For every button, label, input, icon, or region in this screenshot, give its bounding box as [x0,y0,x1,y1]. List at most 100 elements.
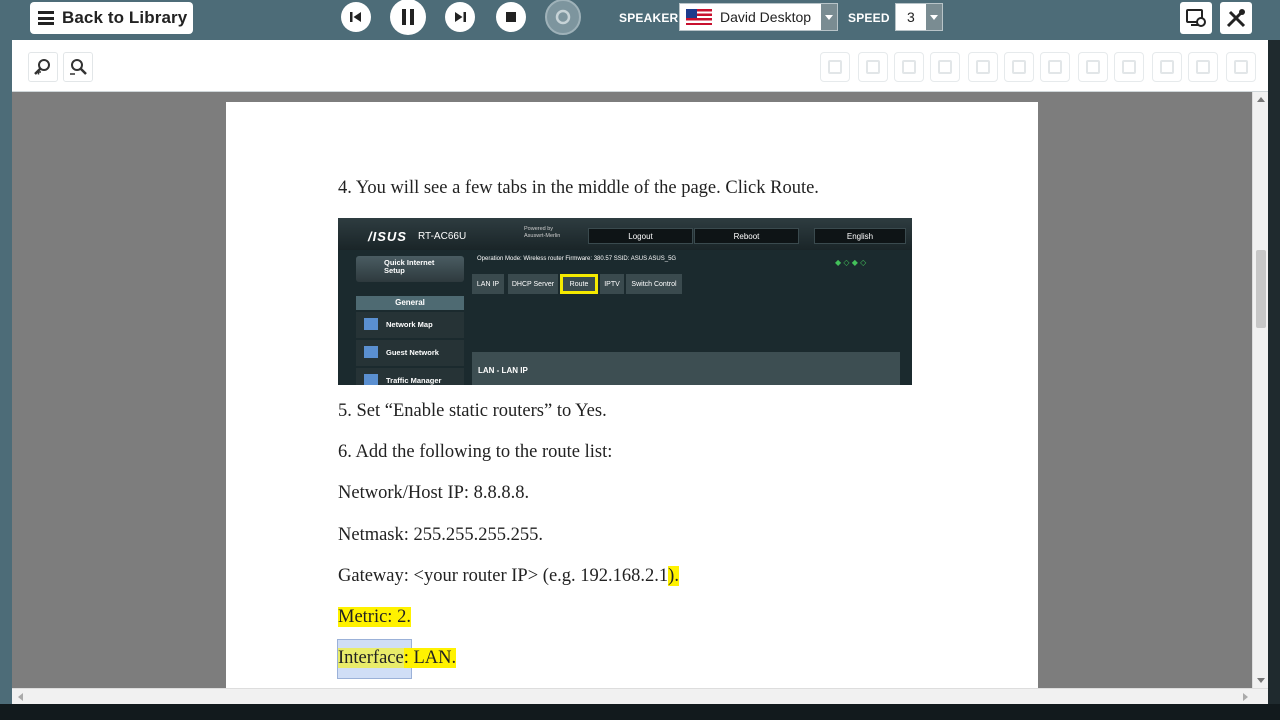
spell-tool-button[interactable] [1040,52,1070,82]
notes-tool-button[interactable] [1114,52,1144,82]
check-tool-button[interactable] [1188,52,1218,82]
router-tab: LAN IP [472,274,504,294]
zoom-out-icon [70,59,87,75]
zoom-in-button[interactable] [28,52,58,82]
general-heading: General [356,296,464,310]
horizontal-scrollbar[interactable] [12,688,1268,704]
repeat-button[interactable] [545,0,581,35]
list-icon [38,11,54,25]
router-nav-item: Traffic Manager [356,368,464,385]
stop-icon [506,12,516,22]
gateway-text: Gateway: <your router IP> (e.g. 192.168.… [338,566,679,587]
us-flag-icon [686,9,712,25]
step-6-text: 6. Add the following to the route list: [338,442,613,462]
eraser-icon [1160,60,1174,74]
document-toolbar [12,40,1268,92]
checkbox-icon [1196,60,1210,74]
router-tab-route-highlighted: Route [560,274,598,294]
scissors-icon [902,60,916,74]
speed-select[interactable]: 3 [895,3,943,31]
previous-button[interactable] [341,2,371,32]
undo-icon [976,60,990,74]
document-page: 4. You will see a few tabs in the middle… [226,102,1038,688]
top-toolbar: Back to Library SPEAKER David Desktop SP… [0,0,1280,40]
skip-forward-icon [455,12,466,22]
metric-text: Metric: 2. [338,607,411,628]
skip-back-icon [350,12,361,22]
scroll-left-arrow-icon[interactable] [18,693,23,701]
cut-tool-button[interactable] [894,52,924,82]
scroll-right-arrow-icon[interactable] [1243,693,1248,701]
search-tool-button[interactable] [1004,52,1034,82]
router-logout: Logout [588,228,693,244]
network-host-text: Network/Host IP: 8.8.8.8. [338,483,530,503]
router-nav-item: Guest Network [356,340,464,366]
back-to-library-label: Back to Library [62,8,188,27]
router-screenshot-image: /ISUS RT-AC66U Powered by Asuswrt-Merlin… [338,218,912,385]
eraser-tool-button[interactable] [1152,52,1182,82]
back-to-library-button[interactable]: Back to Library [30,2,193,34]
tools-button[interactable] [1220,2,1252,34]
next-button[interactable] [445,2,475,32]
interface-label: Interface [338,648,404,668]
router-tab: Switch Control [626,274,682,294]
interface-text: Interface: LAN. [338,648,457,669]
zoom-in-icon [34,59,50,75]
paste-icon [938,60,952,74]
chevron-down-icon [926,4,942,30]
highlighter-icon [1086,60,1100,74]
window-bottom-border [0,704,1280,720]
delete-tool-button[interactable] [1226,52,1256,82]
tools-icon [1226,9,1246,28]
powered-by-text: Powered by Asuswrt-Merlin [524,226,561,239]
router-tab: DHCP Server [508,274,558,294]
panel-title: LAN - LAN IP [478,366,528,375]
gateway-main: Gateway: <your router IP> (e.g. 192.168.… [338,566,669,586]
repeat-icon [555,9,571,25]
router-reboot: Reboot [694,228,799,244]
asus-logo: /ISUS [368,229,407,244]
display-settings-button[interactable] [1180,2,1212,34]
lan-ip-panel: LAN - LAN IP [472,352,900,385]
step-4-text: 4. You will see a few tabs in the middle… [338,178,819,198]
step-5-text: 5. Set “Enable static routers” to Yes. [338,401,607,421]
router-model: RT-AC66U [418,231,467,242]
router-nav-item: Network Map [356,312,464,338]
scroll-up-arrow-icon[interactable] [1257,97,1265,102]
scrollbar-thumb[interactable] [1256,250,1266,328]
router-sidebar: Quick Internet Setup General Network Map… [356,256,464,385]
window-left-border [0,40,12,708]
speaker-label: SPEAKER [619,11,679,25]
window-right-border [1268,40,1280,708]
save-tool-button[interactable] [820,52,850,82]
paste-tool-button[interactable] [930,52,960,82]
router-tab: IPTV [600,274,624,294]
vertical-scrollbar[interactable] [1252,92,1268,688]
stop-button[interactable] [496,2,526,32]
interface-value: : LAN. [403,648,457,668]
network-map-icon [364,318,378,330]
wifi-status-icons: ◆ ◇ ◆ ◇ [835,258,867,267]
spellcheck-icon [1048,60,1062,74]
copy-tool-button[interactable] [858,52,888,82]
pause-icon [402,9,414,25]
notes-icon [1122,60,1136,74]
search-icon [1012,60,1026,74]
zoom-out-button[interactable] [63,52,93,82]
save-icon [828,60,842,74]
reader-app: Back to Library SPEAKER David Desktop SP… [0,0,1280,720]
copy-icon [866,60,880,74]
trash-icon [1234,60,1248,74]
speaker-select[interactable]: David Desktop [679,3,838,31]
pause-button[interactable] [390,0,426,35]
gateway-highlight: ). [668,566,679,586]
speed-value: 3 [907,9,915,25]
monitor-gear-icon [1186,9,1206,27]
chevron-down-icon [821,4,837,30]
highlight-tool-button[interactable] [1078,52,1108,82]
undo-tool-button[interactable] [968,52,998,82]
document-viewer[interactable]: 4. You will see a few tabs in the middle… [12,92,1268,688]
scroll-down-arrow-icon[interactable] [1257,678,1265,683]
speaker-value: David Desktop [720,9,812,25]
quick-setup: Quick Internet Setup [356,256,464,282]
